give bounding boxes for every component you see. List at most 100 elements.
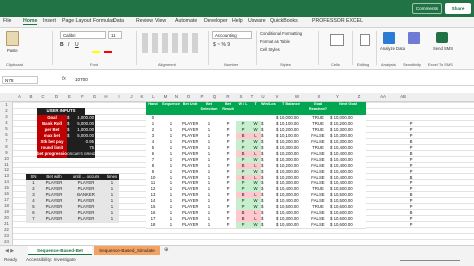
column-header-g[interactable]: G	[89, 94, 100, 99]
share-button[interactable]: Share	[445, 3, 471, 14]
row-header-7[interactable]: 7	[0, 138, 13, 143]
tab-help[interactable]: Help	[232, 18, 243, 24]
input-value[interactable]: OSCAR'S GRIND	[67, 150, 95, 158]
row-header-14[interactable]: 14	[0, 179, 13, 184]
fill-color-icon[interactable]	[92, 51, 100, 53]
main-cell[interactable]: $ 10,400.00	[276, 222, 306, 230]
font-name-select[interactable]: Calibri	[60, 31, 106, 39]
currency-button[interactable]: $ ~ % 9	[213, 42, 230, 48]
column-header-x[interactable]: X	[308, 94, 330, 99]
underline-button[interactable]: U	[75, 42, 79, 48]
paste-icon[interactable]	[6, 31, 19, 46]
column-header-b[interactable]: B	[26, 94, 36, 99]
tab-file[interactable]: File	[3, 18, 11, 24]
row-header-23[interactable]: 23	[0, 233, 13, 238]
column-header-k[interactable]: K	[137, 94, 147, 99]
column-header-n[interactable]: N	[171, 94, 182, 99]
font-color-icon[interactable]	[104, 51, 112, 53]
format-as-table-button[interactable]: Format as Table	[260, 39, 290, 44]
row-header-15[interactable]: 15	[0, 185, 13, 190]
aa-cell[interactable]: P	[401, 222, 421, 229]
row-header-8[interactable]: 8	[0, 144, 13, 149]
sheet-nav-arrows[interactable]: ◀ ▶	[5, 248, 14, 254]
column-header-z[interactable]: Z	[345, 94, 373, 99]
tab-page-layout[interactable]: Page Layout	[62, 18, 91, 24]
analyze-data-icon[interactable]	[383, 32, 395, 44]
tab-automate[interactable]: Automate	[175, 18, 197, 24]
column-header-r[interactable]: R	[220, 94, 236, 99]
seq-cell[interactable]: 1	[105, 216, 119, 224]
tab-review[interactable]: Review	[136, 18, 153, 24]
row-header-24[interactable]: 24	[0, 239, 13, 244]
column-header-p[interactable]: P	[195, 94, 209, 99]
tab-insert[interactable]: Insert	[43, 18, 56, 24]
row-header-20[interactable]: 20	[0, 215, 13, 220]
tab-developer[interactable]: Developer	[204, 18, 228, 24]
seq-cell[interactable]: PLAYER	[41, 216, 67, 224]
main-cell[interactable]: 1	[198, 222, 220, 230]
column-header-o[interactable]: O	[182, 94, 195, 99]
column-header-l[interactable]: L	[147, 94, 160, 99]
column-header-s[interactable]: S	[236, 94, 246, 99]
zoom-slider[interactable]	[400, 260, 460, 261]
tab-professor-excel[interactable]: PROFESSOR EXCEL	[312, 18, 363, 24]
worksheet-grid[interactable]: USER INPUTS Goal $1,000.00 Bank Roll $5,000.…	[13, 102, 474, 246]
sheet-tab-sequence-based-simulate[interactable]: Sequence-Based_Simulate	[94, 246, 160, 255]
column-header-e[interactable]: E	[63, 94, 76, 99]
row-header-11[interactable]: 11	[0, 162, 13, 167]
column-header-y[interactable]: Y	[330, 94, 345, 99]
sensitivity-icon[interactable]	[408, 32, 420, 44]
name-box[interactable]: N78	[2, 76, 38, 84]
comments-button[interactable]: Comments	[412, 3, 442, 14]
column-header-u[interactable]: U	[258, 94, 268, 99]
row-header-18[interactable]: 18	[0, 203, 13, 208]
tab-usware[interactable]: Usware	[248, 18, 266, 24]
paste-button[interactable]: Paste	[7, 48, 18, 53]
cells-icon[interactable]	[330, 34, 344, 46]
align-icons[interactable]	[142, 33, 202, 53]
main-cell[interactable]: P	[220, 222, 236, 230]
sheet-tab-sequence-based-bet[interactable]: Sequence-Based-Bet	[28, 246, 92, 255]
column-header-q[interactable]: Q	[209, 94, 220, 99]
fx-icon[interactable]: fx	[62, 76, 66, 82]
row-header-9[interactable]: 9	[0, 150, 13, 155]
seq-cell[interactable]: 7	[26, 216, 41, 224]
row-header-21[interactable]: 21	[0, 221, 13, 226]
row-header-19[interactable]: 19	[0, 209, 13, 214]
main-cell[interactable]: $	[261, 222, 276, 230]
editing-icon[interactable]	[360, 34, 370, 46]
number-format-select[interactable]: Accounting	[212, 31, 252, 39]
italic-button[interactable]: I	[68, 42, 69, 48]
row-header-10[interactable]: 10	[0, 156, 13, 161]
row-header-17[interactable]: 17	[0, 197, 13, 202]
sms-icon[interactable]	[436, 32, 448, 43]
conditional-formatting-button[interactable]: Conditional Formatting	[260, 31, 302, 36]
tab-view[interactable]: View	[155, 18, 166, 24]
main-cell[interactable]: P	[236, 222, 250, 230]
column-header-j[interactable]: J	[126, 94, 137, 99]
accessibility-status[interactable]: Accessibility: Investigate	[26, 257, 76, 262]
column-header-i[interactable]: I	[112, 94, 126, 99]
main-cell[interactable]: $ 10,600.00	[330, 222, 366, 230]
row-header-6[interactable]: 6	[0, 132, 13, 137]
tab-home[interactable]: Home	[23, 18, 38, 25]
main-cell[interactable]: FALSE	[306, 222, 330, 230]
font-size-select[interactable]: 11	[108, 31, 122, 39]
tab-quickbooks[interactable]: QuickBooks	[270, 18, 298, 24]
column-header-c[interactable]: C	[36, 94, 50, 99]
column-header-w[interactable]: W	[286, 94, 308, 99]
column-header-d[interactable]: D	[50, 94, 63, 99]
column-header-h[interactable]: H	[100, 94, 112, 99]
row-header-4[interactable]: 4	[0, 120, 13, 125]
column-header-a[interactable]: A	[13, 94, 26, 99]
main-cell[interactable]: W	[250, 222, 261, 230]
row-header-5[interactable]: 5	[0, 126, 13, 131]
row-header-13[interactable]: 13	[0, 173, 13, 178]
column-header-aa[interactable]: AA	[373, 94, 393, 99]
column-header-v[interactable]: V	[268, 94, 286, 99]
send-sms-button[interactable]: Send SMS	[433, 46, 453, 51]
column-header-f[interactable]: F	[76, 94, 89, 99]
main-cell[interactable]: 18	[146, 222, 160, 230]
add-sheet-button[interactable]: ⊕	[164, 247, 169, 253]
row-header-3[interactable]: 3	[0, 114, 13, 119]
